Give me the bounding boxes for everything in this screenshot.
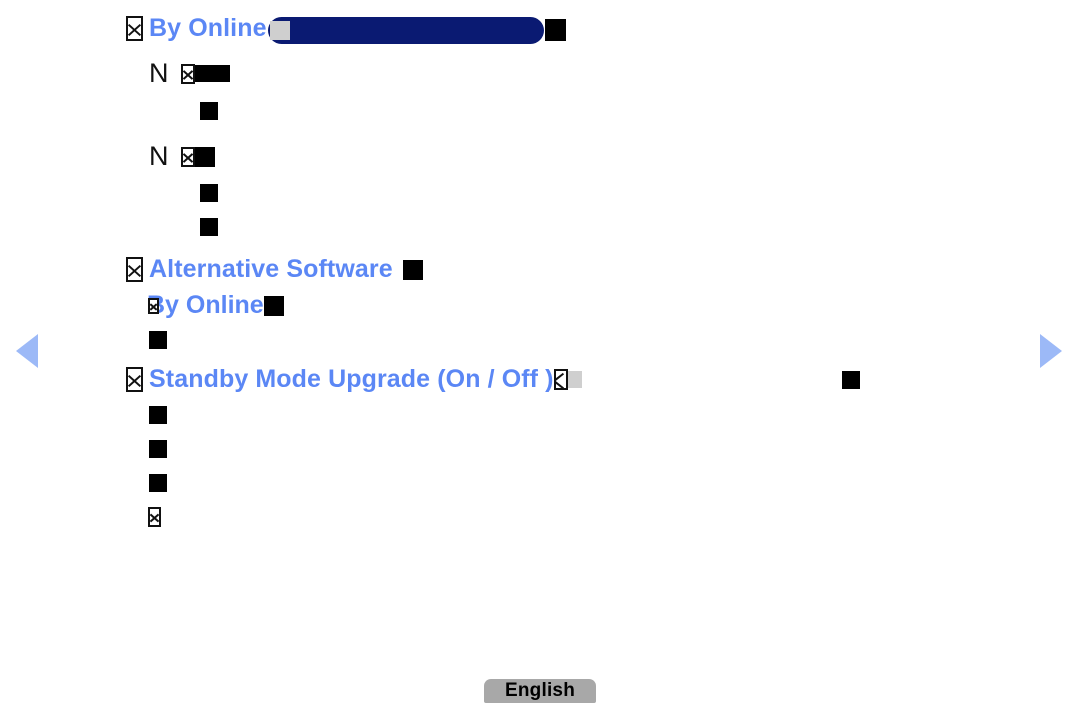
update-progress-bar	[268, 17, 544, 44]
missing-glyph-filled-box-icon	[194, 65, 230, 82]
prev-page-arrow-icon[interactable]	[16, 334, 38, 368]
missing-glyph-filled-box-icon	[263, 295, 284, 316]
missing-glyph-filled-box-icon	[149, 440, 167, 458]
menu-item-alternative-by-online[interactable]: By Online	[147, 293, 284, 318]
next-page-arrow-icon[interactable]	[1040, 334, 1062, 368]
sub-row-prefix: N	[149, 58, 169, 88]
missing-glyph-crossed-box-icon	[148, 507, 161, 527]
overlapping-glyph-group: By Online	[147, 293, 264, 318]
sub-row-network-1[interactable]: N	[149, 60, 230, 87]
language-button[interactable]: English	[484, 679, 596, 703]
menu-item-standby-mode-upgrade[interactable]: Standby Mode Upgrade (On / Off )	[126, 367, 582, 392]
missing-glyph-crossed-box-icon	[126, 257, 143, 282]
sub-row-network-2[interactable]: N	[149, 143, 215, 170]
missing-glyph-filled-box-icon	[149, 406, 167, 424]
missing-glyph-half-box-icon	[553, 369, 568, 390]
progress-knob	[270, 21, 290, 40]
missing-glyph-filled-box-icon	[842, 371, 860, 389]
menu-item-standby-mode-upgrade-label: Standby Mode Upgrade (On / Off )	[149, 365, 554, 393]
menu-item-alternative-by-online-label: By Online	[147, 291, 264, 319]
menu-item-alternative-software-label: Alternative Software	[149, 255, 393, 283]
missing-glyph-filled-box-icon	[149, 331, 167, 349]
menu-item-by-online-label: By Online	[149, 14, 267, 42]
missing-glyph-filled-box-icon	[402, 259, 423, 280]
language-button-label: English	[504, 680, 575, 701]
missing-glyph-crossed-box-small-icon	[148, 298, 159, 314]
menu-item-alternative-software[interactable]: Alternative Software	[126, 257, 423, 282]
missing-glyph-filled-box-icon	[545, 19, 566, 41]
missing-glyph-crossed-box-icon	[126, 16, 143, 41]
missing-glyph-crossed-box-icon	[180, 146, 195, 167]
missing-glyph-crossed-box-icon	[180, 63, 195, 84]
missing-glyph-filled-box-icon	[194, 146, 215, 167]
missing-glyph-crossed-box-icon	[126, 367, 143, 392]
missing-glyph-filled-box-icon	[200, 218, 218, 236]
missing-glyph-filled-box-icon	[200, 102, 218, 120]
missing-glyph-filled-box-icon	[149, 474, 167, 492]
sub-row-prefix: N	[149, 141, 169, 171]
missing-glyph-gray-box-icon	[567, 371, 582, 388]
missing-glyph-filled-box-icon	[200, 184, 218, 202]
menu-item-by-online[interactable]: By Online	[126, 16, 267, 41]
software-update-screen: By Online N N Alternative Software By On…	[0, 0, 1080, 705]
